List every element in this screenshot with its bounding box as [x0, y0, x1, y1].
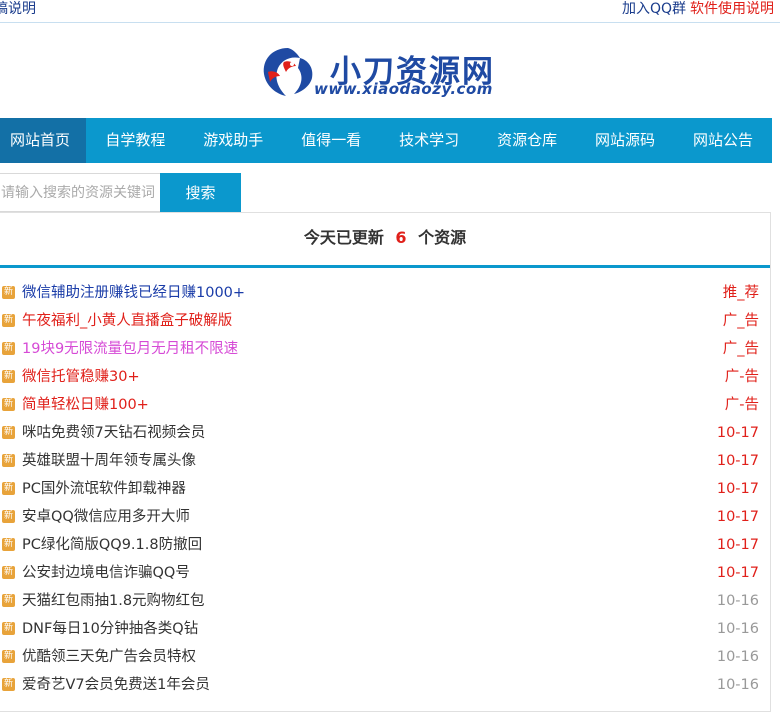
bird-logo-icon — [263, 48, 313, 96]
list-item-title[interactable]: 爱奇艺V7会员免费送1年会员 — [22, 671, 210, 699]
list-item: 新 19块9无限流量包月无月租不限速 广_告 — [0, 335, 770, 363]
list-item: 新 DNF每日10分钟抽各类Q钻 10-16 — [0, 615, 770, 643]
list-item-title[interactable]: 英雄联盟十周年领专属头像 — [22, 447, 196, 475]
list-item-date: 广_告 — [722, 313, 759, 329]
submission-info-link[interactable]: 稿说明 — [0, 0, 36, 18]
list-item: 新简单轻松日赚100+ 广-告 — [0, 391, 770, 419]
list-item-title[interactable]: 安卓QQ微信应用多开大师 — [22, 503, 190, 531]
nav-item-worth-watching[interactable]: 值得一看 — [282, 118, 380, 163]
new-badge-icon: 新 — [2, 622, 15, 635]
new-badge-icon: 新 — [2, 594, 15, 607]
list-item-title[interactable]: 简单轻松日赚100+ — [22, 391, 149, 419]
new-badge-icon: 新 — [2, 566, 15, 579]
top-bar: 稿说明 加入QQ群 软件使用说明 — [0, 0, 780, 23]
list-item-date: 广_告 — [722, 341, 759, 357]
list-item-date: 10-17 — [716, 509, 759, 525]
update-count: 6 — [395, 228, 407, 247]
list-item-date: 广-告 — [724, 397, 759, 413]
list-item-date: 10-17 — [716, 425, 759, 441]
list-item-title[interactable]: PC绿化简版QQ9.1.8防撤回 — [22, 531, 202, 559]
nav-item-tech-learning[interactable]: 技术学习 — [380, 118, 478, 163]
list-item-title[interactable]: 公安封边境电信诈骗QQ号 — [22, 559, 190, 587]
list-item-title[interactable]: 微信辅助注册赚钱已经日赚1000+ — [22, 279, 245, 307]
top-bar-right: 加入QQ群 软件使用说明 — [622, 0, 774, 18]
software-manual-link[interactable]: 软件使用说明 — [690, 1, 774, 17]
nav-item-self-study[interactable]: 自学教程 — [86, 118, 184, 163]
list-item-title[interactable]: PC国外流氓软件卸载神器 — [22, 475, 186, 503]
new-badge-icon: 新 — [2, 510, 15, 523]
new-badge-icon: 新 — [2, 538, 15, 551]
nav-item-game-helper[interactable]: 游戏助手 — [184, 118, 282, 163]
new-badge-icon: 新 — [2, 342, 15, 355]
list-item-date: 10-16 — [716, 649, 759, 665]
list-item-title[interactable]: 咪咕免费领7天钻石视频会员 — [22, 419, 205, 447]
list-item-title[interactable]: DNF每日10分钟抽各类Q钻 — [22, 615, 198, 643]
site-logo[interactable]: 小刀资源网 www.xiaodaozy.com — [258, 42, 518, 102]
list-item-title[interactable]: 微信托管稳赚30+ — [22, 363, 140, 391]
list-item-date: 10-16 — [716, 593, 759, 609]
search-input[interactable] — [0, 173, 160, 212]
new-badge-icon: 新 — [2, 314, 15, 327]
update-summary: 今天已更新 6 个资源 — [0, 213, 770, 268]
nav-item-resource-library[interactable]: 资源仓库 — [478, 118, 576, 163]
list-item: 新 PC国外流氓软件卸载神器 10-17 — [0, 475, 770, 503]
nav-item-home[interactable]: 网站首页 — [0, 118, 87, 163]
update-summary-prefix: 今天已更新 — [303, 228, 384, 247]
list-item-date: 10-17 — [716, 453, 759, 469]
logo-url-text: www.xiaodaozy.com — [314, 80, 493, 98]
new-badge-icon: 新 — [2, 678, 15, 691]
new-badge-icon: 新 — [2, 370, 15, 383]
list-item-date: 10-17 — [716, 481, 759, 497]
list-item-date: 10-16 — [716, 677, 759, 693]
new-badge-icon: 新 — [2, 426, 15, 439]
list-item-title[interactable]: 午夜福利_小黄人直播盒子破解版 — [22, 307, 232, 335]
list-item: 新微信辅助注册赚钱已经日赚1000+ 推_荐 — [0, 279, 770, 307]
new-badge-icon: 新 — [2, 650, 15, 663]
list-item-date: 广-告 — [724, 369, 759, 385]
new-badge-icon: 新 — [2, 286, 15, 299]
search-button[interactable]: 搜索 — [160, 173, 241, 212]
list-item-date: 10-16 — [716, 621, 759, 637]
list-item: 新 PC绿化简版QQ9.1.8防撤回 10-17 — [0, 531, 770, 559]
list-item-date: 推_荐 — [722, 285, 759, 301]
update-panel: 今天已更新 6 个资源 新微信辅助注册赚钱已经日赚1000+ 推_荐新午夜福利_小… — [0, 212, 771, 712]
list-item-date: 10-17 — [716, 537, 759, 553]
list-item: 新优酷领三天免广告会员特权 10-16 — [0, 643, 770, 671]
list-item-title[interactable]: 优酷领三天免广告会员特权 — [22, 643, 196, 671]
list-item: 新微信托管稳赚30+ 广-告 — [0, 363, 770, 391]
list-item: 新安卓QQ微信应用多开大师 10-17 — [0, 503, 770, 531]
new-badge-icon: 新 — [2, 398, 15, 411]
nav-item-site-source[interactable]: 网站源码 — [576, 118, 674, 163]
list-item-title[interactable]: 天猫红包雨抽1.8元购物红包 — [22, 587, 205, 615]
list-item: 新天猫红包雨抽1.8元购物红包 10-16 — [0, 587, 770, 615]
new-badge-icon: 新 — [2, 454, 15, 467]
main-nav: 网站首页 自学教程 游戏助手 值得一看 技术学习 资源仓库 网站源码 网站公告 — [0, 118, 772, 163]
search-bar: 搜索 — [0, 173, 242, 212]
list-item-title[interactable]: 19块9无限流量包月无月租不限速 — [22, 335, 238, 363]
list-item: 新英雄联盟十周年领专属头像 10-17 — [0, 447, 770, 475]
new-badge-icon: 新 — [2, 482, 15, 495]
list-item: 新午夜福利_小黄人直播盒子破解版 广_告 — [0, 307, 770, 335]
nav-item-announcements[interactable]: 网站公告 — [674, 118, 772, 163]
join-qq-group-link[interactable]: 加入QQ群 — [622, 1, 686, 17]
list-item: 新咪咕免费领7天钻石视频会员 10-17 — [0, 419, 770, 447]
resource-list: 新微信辅助注册赚钱已经日赚1000+ 推_荐新午夜福利_小黄人直播盒子破解版 广_告… — [0, 279, 770, 699]
update-summary-suffix: 个资源 — [418, 228, 467, 247]
list-item: 新爱奇艺V7会员免费送1年会员 10-16 — [0, 671, 770, 699]
list-item-date: 10-17 — [716, 565, 759, 581]
list-item: 新公安封边境电信诈骗QQ号 10-17 — [0, 559, 770, 587]
